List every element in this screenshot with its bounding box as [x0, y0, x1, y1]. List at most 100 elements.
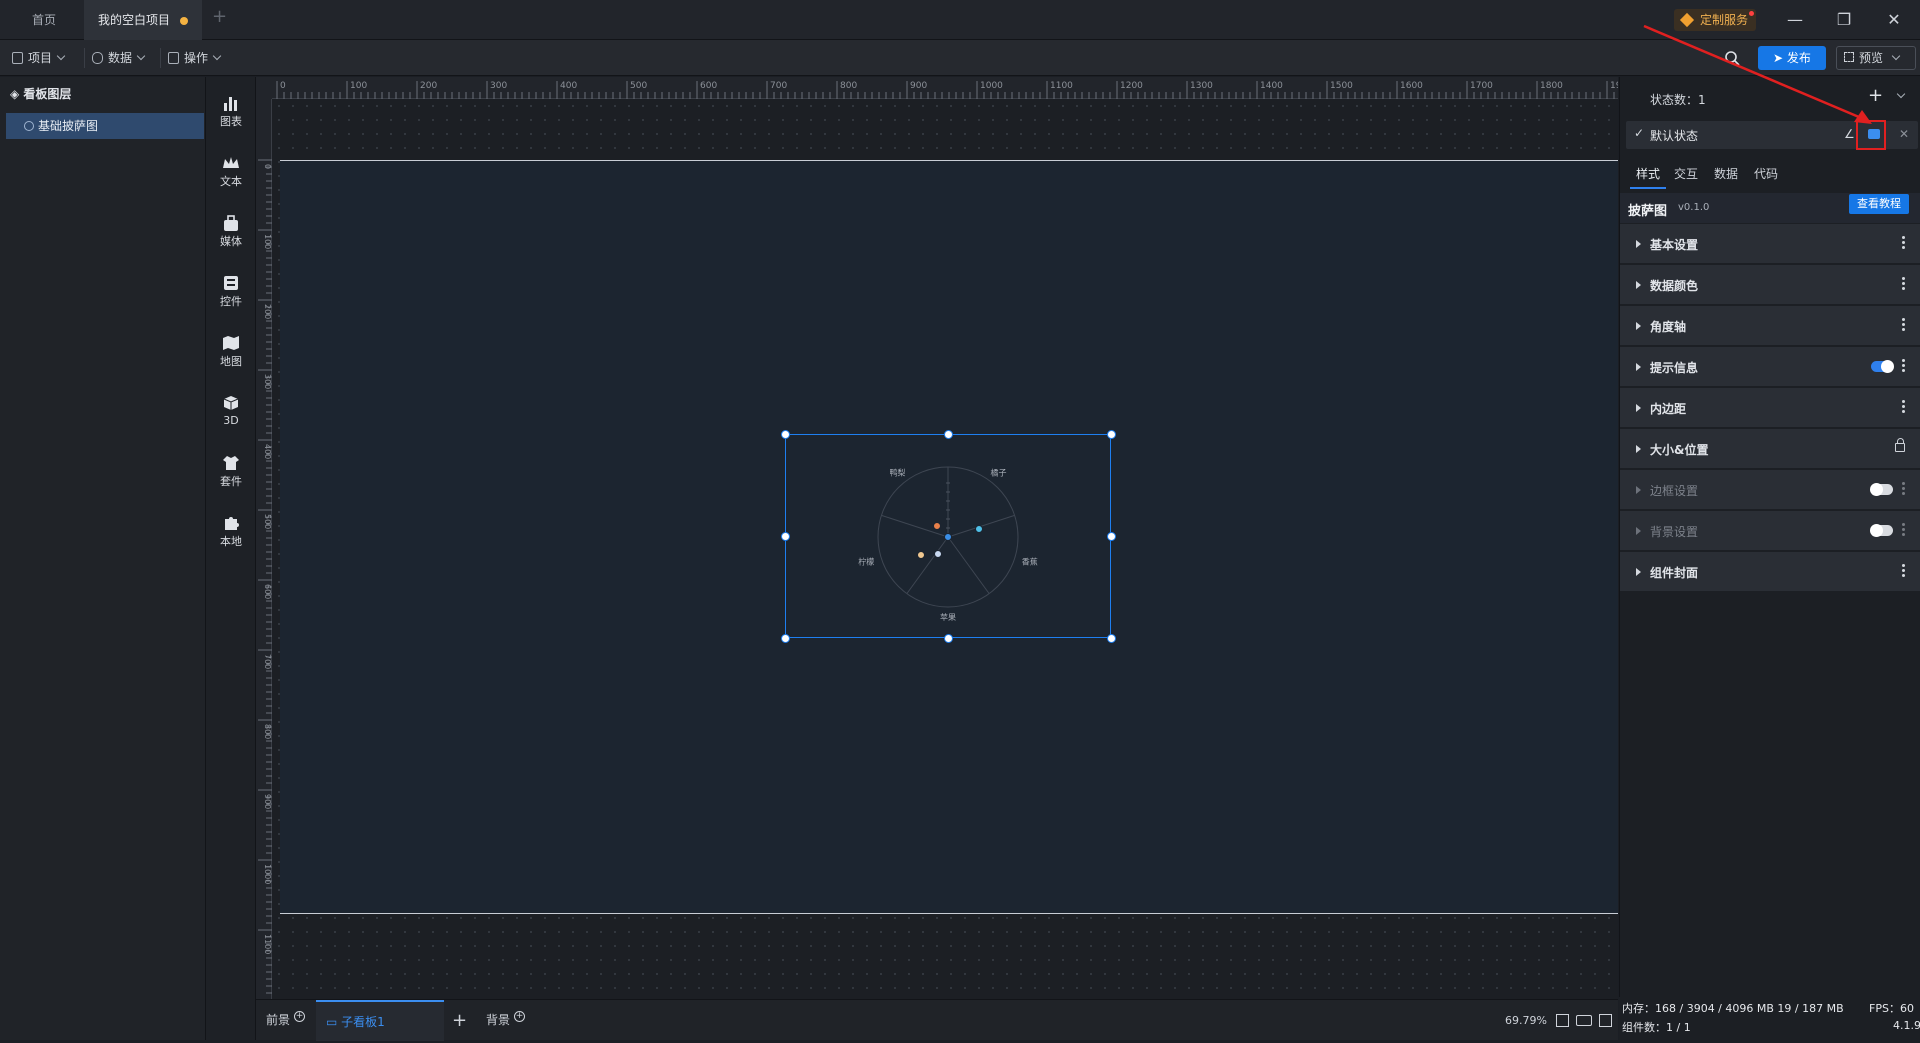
memory-usage: 内存：168 / 3904 / 4096 MB 19 / 187 MB	[1622, 1002, 1844, 1015]
section-toggle[interactable]	[1870, 483, 1893, 496]
tutorial-button[interactable]: 查看教程	[1849, 194, 1909, 214]
section-label: 角度轴	[1650, 320, 1687, 334]
add-subboard-button[interactable]: +	[452, 1000, 467, 1041]
subboard-tab[interactable]: ▭ 子看板1	[316, 1000, 444, 1041]
vertical-ruler-ticks: 0 100 200 300 400 500 600 700 800 900 1000 1100	[258, 159, 272, 1043]
more-options-icon[interactable]	[1902, 400, 1905, 414]
board-tabs-bar: 前景 + ▭ 子看板1 + 背景 + 69.79%	[256, 999, 1618, 1041]
resize-handle[interactable]	[944, 634, 953, 643]
close-window-button[interactable]: ✕	[1882, 8, 1906, 32]
tool-control[interactable]: 控件	[206, 267, 256, 317]
section-toggle[interactable]	[1870, 524, 1893, 537]
ruler-label: 300	[490, 81, 507, 91]
control-icon	[224, 276, 238, 290]
property-panel: 状态数：1 + ✓ 默认状态 ∠ ✕ 样式 交互 数据 代码 披萨图 v0.1.…	[1619, 77, 1920, 1040]
monitor-icon: ▭	[326, 1015, 342, 1029]
chevron-down-icon	[136, 51, 146, 61]
ruler-label: 700	[263, 654, 272, 669]
add-tab-button[interactable]: +	[212, 6, 227, 27]
lock-icon[interactable]	[1895, 438, 1905, 452]
tab-style[interactable]: 样式	[1630, 159, 1667, 189]
tab-interaction[interactable]: 交互	[1674, 159, 1698, 189]
menu-project[interactable]: 项目	[0, 40, 66, 76]
section-0[interactable]: 基本设置	[1620, 224, 1920, 264]
tool-map[interactable]: 地图	[206, 327, 256, 377]
layer-item-pizza[interactable]: 基础披萨图	[6, 113, 204, 139]
tab-home[interactable]: 首页	[18, 0, 70, 40]
tool-media[interactable]: 媒体	[206, 207, 256, 257]
section-5[interactable]: 大小&位置	[1620, 429, 1920, 469]
chevron-down-icon	[212, 51, 222, 61]
menu-operation[interactable]: 操作	[156, 40, 222, 76]
bar-chart-icon	[224, 97, 237, 111]
tool-kit[interactable]: 套件	[206, 447, 256, 497]
chevron-down-icon	[56, 51, 66, 61]
section-8[interactable]: 组件封面	[1620, 552, 1920, 592]
layer-panel: ◈ 看板图层 基础披萨图	[0, 77, 206, 1040]
ruler-label: 600	[263, 584, 272, 599]
keyboard-icon[interactable]	[1576, 1015, 1592, 1026]
section-1[interactable]: 数据颜色	[1620, 265, 1920, 305]
section-3[interactable]: 提示信息	[1620, 347, 1920, 387]
caret-right-icon	[1636, 527, 1641, 535]
more-options-icon[interactable]	[1902, 482, 1905, 496]
background-tab[interactable]: 背景 +	[486, 1000, 526, 1041]
section-2[interactable]: 角度轴	[1620, 306, 1920, 346]
pie-chart-icon	[24, 121, 34, 131]
resize-handle[interactable]	[781, 532, 790, 541]
more-options-icon[interactable]	[1902, 359, 1905, 373]
chevron-down-icon	[1891, 51, 1901, 61]
shirt-icon	[223, 456, 239, 470]
more-options-icon[interactable]	[1902, 318, 1905, 332]
section-label: 边框设置	[1650, 484, 1699, 498]
add-foreground-icon[interactable]: +	[294, 1011, 306, 1022]
tool-chart[interactable]: 图表	[206, 87, 256, 137]
caret-right-icon	[1636, 404, 1641, 412]
section-7[interactable]: 背景设置	[1620, 511, 1920, 551]
resize-handle[interactable]	[781, 634, 790, 643]
chevron-down-icon[interactable]	[1896, 89, 1906, 99]
more-options-icon[interactable]	[1902, 277, 1905, 291]
menu-data[interactable]: 数据	[80, 40, 146, 76]
caret-right-icon	[1636, 322, 1641, 330]
resize-handle[interactable]	[781, 430, 790, 439]
tab-project[interactable]: 我的空白项目	[84, 0, 203, 40]
resize-handle[interactable]	[1107, 532, 1116, 541]
more-options-icon[interactable]	[1902, 564, 1905, 578]
ruler-label: 900	[263, 794, 272, 809]
add-background-icon[interactable]: +	[514, 1011, 526, 1022]
terminal-icon[interactable]	[1599, 1014, 1612, 1027]
tab-data[interactable]: 数据	[1714, 159, 1738, 189]
zoom-level[interactable]: 69.79%	[1505, 1000, 1547, 1041]
ruler-label: 800	[263, 724, 272, 739]
resize-handle[interactable]	[944, 430, 953, 439]
tool-text[interactable]: 文本	[206, 147, 256, 197]
section-label: 数据颜色	[1650, 279, 1699, 293]
more-options-icon[interactable]	[1902, 236, 1905, 250]
ruler-label: 500	[630, 81, 647, 91]
section-4[interactable]: 内边距	[1620, 388, 1920, 428]
ruler-label: 1200	[1120, 81, 1143, 91]
ruler-label: 200	[420, 81, 437, 91]
tool-local[interactable]: 本地	[206, 507, 256, 557]
caret-right-icon	[1636, 240, 1641, 248]
caret-right-icon	[1636, 281, 1641, 289]
tab-code[interactable]: 代码	[1754, 159, 1778, 189]
menu-bar: 项目 数据 操作 ➤ 发布 预览	[0, 40, 1920, 76]
section-6[interactable]: 边框设置	[1620, 470, 1920, 510]
foreground-tab[interactable]: 前景 +	[266, 1000, 306, 1041]
resize-handle[interactable]	[1107, 634, 1116, 643]
layer-panel-title: ◈ 看板图层	[10, 87, 72, 101]
close-icon[interactable]: ✕	[1899, 127, 1909, 141]
tool-3d[interactable]: 3D	[206, 387, 256, 437]
status-bar: 内存：168 / 3904 / 4096 MB 19 / 187 MB FPS：…	[1619, 997, 1920, 1040]
fit-screen-icon[interactable]	[1556, 1014, 1569, 1027]
more-options-icon[interactable]	[1902, 523, 1905, 537]
ruler-label: 1700	[1470, 81, 1493, 91]
ruler-label: 1400	[1260, 81, 1283, 91]
selection-box[interactable]	[785, 434, 1111, 638]
file-icon	[12, 52, 23, 64]
ruler-label: 1900	[1610, 81, 1618, 91]
section-toggle[interactable]	[1871, 360, 1894, 373]
resize-handle[interactable]	[1107, 430, 1116, 439]
